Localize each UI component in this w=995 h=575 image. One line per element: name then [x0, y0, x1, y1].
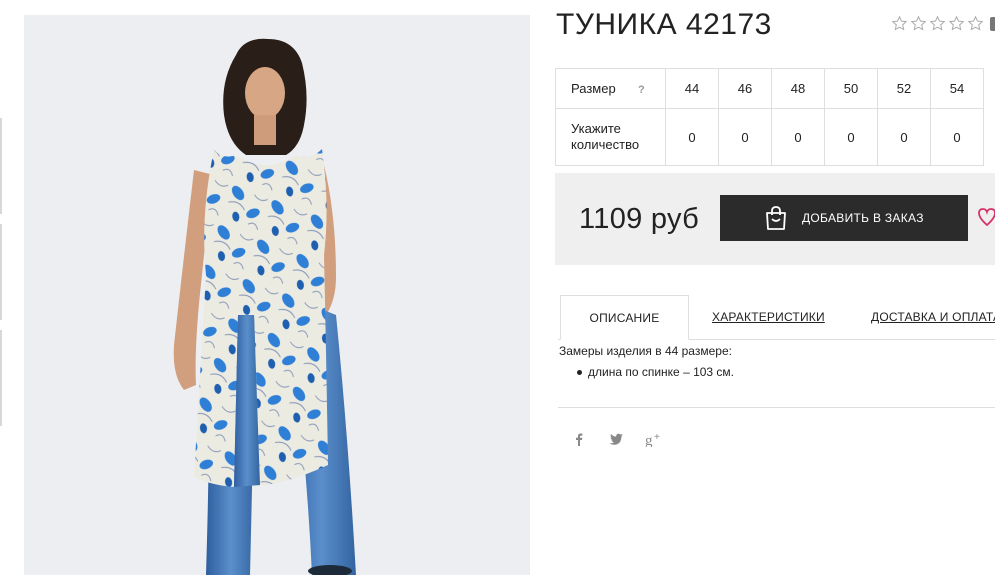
product-photo-illustration [173, 38, 356, 575]
price-panel: 1109 руб ДОБАВИТЬ В ЗАКАЗ [555, 173, 995, 265]
tab-characteristics[interactable]: ХАРАКТЕРИСТИКИ [712, 295, 825, 340]
size-cell: 48 [771, 68, 825, 109]
svg-text:+: + [654, 432, 660, 443]
size-cell: 52 [877, 68, 931, 109]
size-label: Размер [571, 80, 616, 96]
social-share: g + [571, 431, 684, 447]
thumbnail-edge[interactable] [0, 330, 2, 426]
heart-icon[interactable] [977, 206, 995, 228]
description-panel: Замеры изделия в 44 размере: длина по сп… [559, 344, 734, 383]
star-icon[interactable] [891, 15, 908, 32]
star-icon[interactable] [910, 15, 927, 32]
price: 1109 руб [579, 203, 700, 235]
size-cell: 50 [824, 68, 878, 109]
description-list: длина по спинке – 103 см. [577, 365, 734, 383]
description-intro: Замеры изделия в 44 размере: [559, 344, 732, 358]
product-title: ТУНИКА 42173 [556, 8, 772, 41]
star-icon[interactable] [948, 15, 965, 32]
tab-delivery-payment[interactable]: ДОСТАВКА И ОПЛАТА [871, 295, 995, 340]
quantity-input[interactable]: 0 [771, 108, 825, 166]
size-table: Размер ? 44 46 48 50 52 54 Укажите колич… [555, 68, 984, 166]
add-to-order-label: ДОБАВИТЬ В ЗАКАЗ [802, 211, 924, 225]
svg-text:g: g [645, 433, 653, 447]
list-item: длина по спинке – 103 см. [577, 365, 734, 383]
thumbnail-edge[interactable] [0, 224, 2, 320]
star-icon[interactable] [967, 15, 984, 32]
add-to-order-button[interactable]: ДОБАВИТЬ В ЗАКАЗ [720, 195, 968, 241]
quantity-input[interactable]: 0 [877, 108, 931, 166]
help-icon[interactable]: ? [638, 82, 645, 98]
facebook-icon[interactable] [571, 431, 587, 447]
quantity-input[interactable]: 0 [930, 108, 984, 166]
google-plus-icon[interactable]: g + [645, 431, 663, 447]
star-icon[interactable] [929, 15, 946, 32]
size-row: Размер ? 44 46 48 50 52 54 [555, 68, 984, 109]
shopping-bag-icon [766, 206, 786, 230]
quantity-input[interactable]: 0 [824, 108, 878, 166]
divider [558, 407, 995, 408]
rating-stars[interactable] [891, 15, 984, 32]
size-cell: 46 [718, 68, 772, 109]
product-photo[interactable] [24, 15, 530, 575]
product-page: ТУНИКА 42173 Размер ? 44 46 48 50 52 54 … [0, 0, 995, 575]
size-cell: 44 [665, 68, 719, 109]
size-label-cell: Размер ? [555, 68, 666, 109]
twitter-icon[interactable] [608, 431, 624, 447]
rating-count-badge [990, 17, 995, 31]
quantity-row: Укажите количество 0 0 0 0 0 0 [555, 108, 984, 166]
thumbnail-edge[interactable] [0, 118, 2, 214]
quantity-label: Укажите количество [555, 108, 666, 166]
size-cell: 54 [930, 68, 984, 109]
quantity-input[interactable]: 0 [718, 108, 772, 166]
tab-description[interactable]: ОПИСАНИЕ [560, 295, 689, 340]
quantity-input[interactable]: 0 [665, 108, 719, 166]
